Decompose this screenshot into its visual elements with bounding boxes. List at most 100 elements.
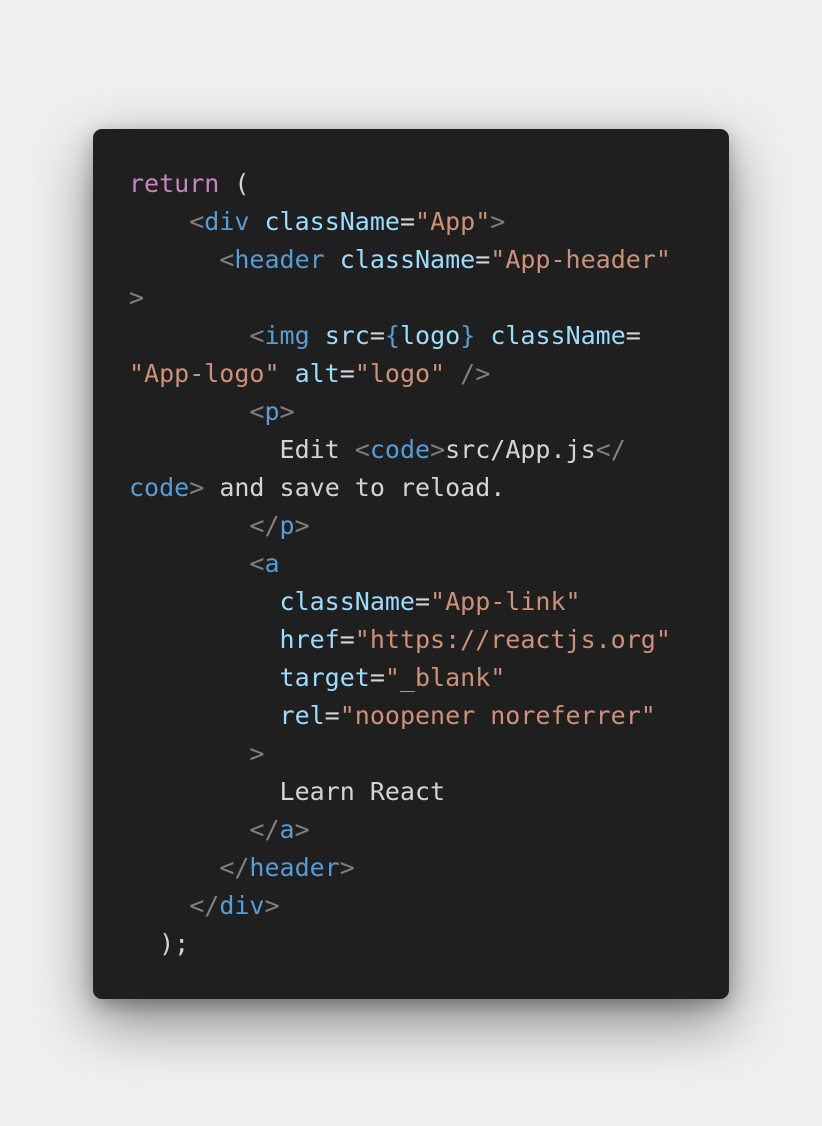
- code-token: <: [249, 549, 265, 578]
- code-token: and save to reload.: [204, 473, 506, 502]
- code-token: rel: [279, 701, 325, 730]
- code-line: target="_blank": [129, 659, 709, 697]
- code-token: }: [460, 321, 476, 350]
- code-line: <header className="App-header": [129, 241, 709, 279]
- code-line: rel="noopener noreferrer": [129, 697, 709, 735]
- code-token: className: [339, 245, 476, 274]
- code-token: </: [219, 853, 250, 882]
- code-line: code> and save to reload.: [129, 469, 709, 507]
- code-token: <: [189, 207, 205, 236]
- code-line: return (: [129, 165, 709, 203]
- code-token: header: [234, 245, 325, 274]
- code-token: return: [129, 169, 220, 198]
- code-token: "App": [415, 207, 491, 236]
- code-line: href="https://reactjs.org": [129, 621, 709, 659]
- code-token: <: [219, 245, 235, 274]
- code-token: />: [460, 359, 491, 388]
- code-line: >: [129, 279, 709, 317]
- code-token: =: [339, 625, 355, 654]
- code-block: return ( <div className="App"> <header c…: [129, 165, 709, 963]
- code-token: "App-logo": [129, 359, 280, 388]
- code-token: logo: [399, 321, 461, 350]
- code-token: =: [625, 321, 641, 350]
- code-token: >: [294, 815, 310, 844]
- code-token: code: [369, 435, 431, 464]
- code-token: =: [369, 321, 385, 350]
- code-line: <a: [129, 545, 709, 583]
- code-token: =: [414, 587, 431, 616]
- code-token: </: [249, 511, 280, 540]
- code-token: >: [490, 207, 506, 236]
- code-token: "App-header": [490, 245, 671, 274]
- code-line: Learn React: [129, 773, 709, 811]
- code-line: </p>: [129, 507, 709, 545]
- code-token: >: [129, 283, 145, 312]
- code-token: "https://reactjs.org": [354, 625, 671, 654]
- code-token: div: [204, 207, 250, 236]
- code-line: </a>: [129, 811, 709, 849]
- code-line: >: [129, 735, 709, 773]
- code-token: className: [264, 207, 400, 236]
- code-token: </: [189, 891, 220, 920]
- code-token: a: [264, 549, 280, 578]
- code-line: <img src={logo} className=: [129, 317, 709, 355]
- code-line: Edit <code>src/App.js</: [129, 431, 709, 469]
- code-token: Edit: [129, 435, 355, 464]
- code-token: <: [249, 397, 265, 426]
- code-token: >: [294, 511, 310, 540]
- code-token: Learn React: [129, 777, 446, 806]
- code-token: target: [279, 663, 370, 692]
- code-line: </header>: [129, 849, 709, 887]
- code-token: "logo": [354, 359, 446, 388]
- code-token: =: [324, 701, 340, 730]
- code-token: (: [219, 169, 250, 198]
- code-token: <: [249, 321, 265, 350]
- code-token: </: [249, 815, 280, 844]
- code-line: "App-logo" alt="logo" />: [129, 355, 709, 393]
- code-token: className: [279, 587, 415, 616]
- code-token: <: [354, 435, 370, 464]
- code-token: >: [279, 397, 295, 426]
- code-token: >: [430, 435, 446, 464]
- code-token: a: [279, 815, 295, 844]
- code-token: >: [249, 739, 265, 768]
- code-token: "App-link": [430, 587, 581, 616]
- code-line: className="App-link": [129, 583, 709, 621]
- code-token: img: [264, 321, 310, 350]
- code-token: =: [339, 359, 355, 388]
- code-token: >: [339, 853, 355, 882]
- code-token: p: [279, 511, 295, 540]
- code-token: header: [249, 853, 340, 882]
- code-token: =: [475, 245, 491, 274]
- code-token: </: [595, 435, 626, 464]
- code-token: {: [384, 321, 400, 350]
- code-token: src/App.js: [445, 435, 596, 464]
- code-token: =: [369, 663, 385, 692]
- code-token: "noopener noreferrer": [339, 701, 656, 730]
- code-line: <p>: [129, 393, 709, 431]
- code-token: >: [264, 891, 280, 920]
- code-token: src: [324, 321, 370, 350]
- code-snippet-card: return ( <div className="App"> <header c…: [93, 129, 729, 999]
- code-line: <div className="App">: [129, 203, 709, 241]
- code-line: </div>: [129, 887, 709, 925]
- code-token: );: [129, 929, 190, 958]
- code-token: alt: [294, 359, 340, 388]
